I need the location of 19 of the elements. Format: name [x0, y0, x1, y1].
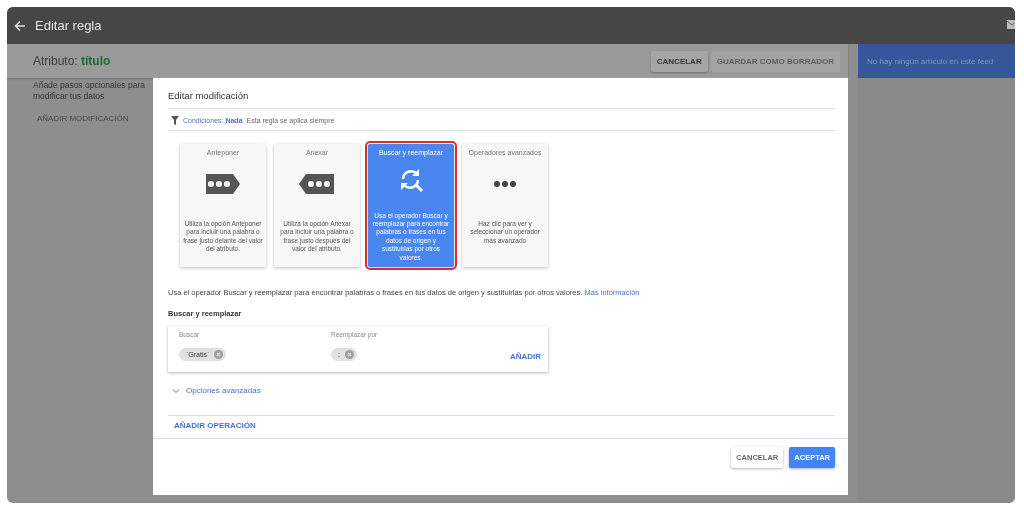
- remove-icon: [214, 349, 224, 359]
- dialog-title: Editar modificación: [168, 89, 250, 103]
- sidebar-text: Añade pasos opcionales para modificar tus datos: [33, 80, 146, 102]
- more-dots-icon: [492, 180, 518, 188]
- info-banner: No hay ningún artículo en este feed: [858, 44, 1015, 78]
- attribute-label: Atributo: título: [33, 54, 111, 68]
- tag-icon: [299, 173, 335, 195]
- window-title: Editar regla: [35, 18, 102, 33]
- add-operation-button[interactable]: AÑADIR OPERACIÓN: [168, 421, 262, 430]
- filter-icon: [171, 116, 179, 125]
- cancel-button[interactable]: CANCELAR: [650, 50, 708, 72]
- advanced-options-toggle[interactable]: Opciones avanzadas: [168, 386, 261, 395]
- mail-icon: [1007, 20, 1015, 29]
- tag-icon: [205, 173, 241, 195]
- remove-icon: [344, 349, 354, 359]
- back-arrow-icon[interactable]: [14, 19, 26, 32]
- add-modification-button[interactable]: AÑADIR MODIFICACIÓN: [35, 114, 131, 123]
- add-button[interactable]: AÑADIR: [509, 350, 541, 362]
- chevron-icon: [172, 387, 180, 394]
